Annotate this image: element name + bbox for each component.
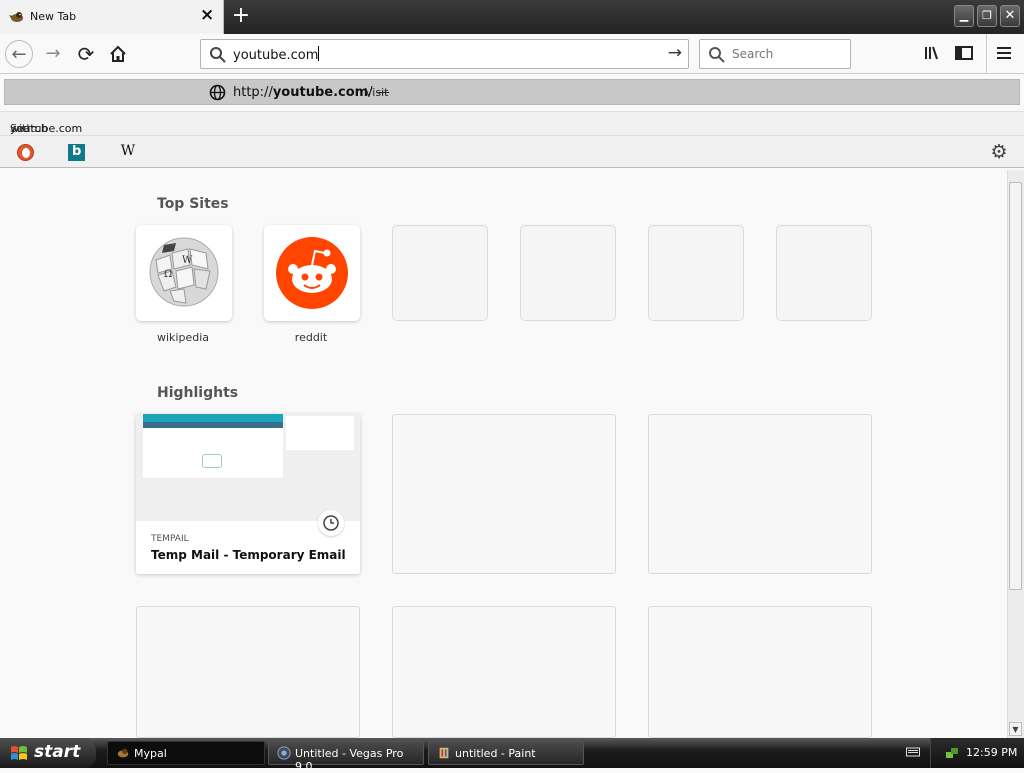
top-site-empty-slot (776, 225, 872, 321)
vegas-icon (277, 746, 291, 760)
close-tab-icon[interactable]: × (200, 7, 214, 24)
taskbar-item-label: Untitled - Vegas Pro 9.0 (295, 747, 404, 773)
taskbar-item-label: Mypal (134, 747, 167, 760)
keyboard-icon[interactable] (906, 746, 920, 758)
taskbar-item-vegas[interactable]: Untitled - Vegas Pro 9.0 (268, 741, 424, 773)
close-window-button[interactable]: ✕ (1000, 5, 1020, 27)
tab-new-tab[interactable]: New Tab × (0, 0, 224, 34)
wikipedia-globe-icon: W Ω (149, 237, 219, 307)
search-bar[interactable]: Search (699, 39, 851, 69)
top-site-label: reddit (294, 331, 328, 344)
highlight-empty-slot (392, 414, 616, 574)
highlights-title: Highlights (157, 385, 239, 401)
sidebar-icon (955, 46, 973, 60)
start-label: start (34, 742, 81, 762)
highlight-source: TEMPAIL (151, 534, 189, 544)
reload-button[interactable]: ⟳ (72, 40, 100, 68)
search-placeholder: Search (732, 47, 774, 61)
top-site-empty-slot (648, 225, 744, 321)
mypal-icon (9, 12, 23, 22)
url-bar[interactable]: youtube.com → (200, 39, 689, 69)
top-site-label: wikipedia (156, 331, 209, 344)
history-clock-icon (318, 510, 344, 536)
highlight-card-tempmail[interactable]: TEMPAIL Temp Mail - Temporary Email (136, 414, 360, 574)
top-site-tile-reddit[interactable] (264, 225, 360, 321)
search-icon (709, 47, 725, 63)
new-tab-button[interactable]: + (231, 5, 251, 27)
hamburger-icon (997, 47, 1011, 59)
taskbar-item-label: untitled - Paint (455, 747, 536, 760)
url-input[interactable]: youtube.com (233, 46, 319, 63)
library-button[interactable] (922, 43, 946, 65)
menu-button[interactable] (994, 43, 1018, 65)
start-button[interactable]: start (0, 738, 96, 768)
clock: 12:59 PM (966, 746, 1018, 759)
highlight-empty-slot (648, 414, 872, 574)
sidebar-button[interactable] (954, 43, 978, 65)
minimize-button[interactable]: ▁ (954, 5, 974, 27)
back-button[interactable]: ← (5, 40, 33, 68)
highlight-thumbnail (136, 414, 360, 521)
one-off-search-engines: b W ⚙ (0, 135, 1024, 168)
search-for-row: Search for youtube.com with: (0, 111, 1024, 148)
globe-icon (209, 84, 226, 101)
top-site-empty-slot (520, 225, 616, 321)
mypal-icon (117, 748, 129, 758)
toolbar-divider (986, 34, 987, 74)
restore-button[interactable]: ❐ (977, 5, 997, 27)
top-site-tile-wikipedia[interactable]: W Ω (136, 225, 232, 321)
suggestion-action: Visit (365, 86, 389, 99)
highlight-title: Temp Mail - Temporary Email (151, 548, 346, 562)
taskbar-item-mypal[interactable]: Mypal (107, 741, 265, 765)
taskbar-item-paint[interactable]: untitled - Paint (428, 741, 584, 765)
highlight-empty-slot (136, 606, 360, 738)
highlight-empty-slot (648, 606, 872, 738)
search-settings-gear-icon[interactable]: ⚙ (989, 142, 1009, 162)
library-icon (925, 46, 938, 60)
scroll-down-arrow-icon[interactable]: ▼ (1009, 722, 1022, 736)
top-sites-title: Top Sites (157, 196, 229, 212)
forward-button[interactable]: → (39, 40, 67, 68)
home-icon (110, 45, 126, 62)
highlight-empty-slot (392, 606, 616, 738)
paint-icon (439, 747, 449, 759)
scrollbar-thumb[interactable] (1009, 182, 1022, 590)
duckduckgo-icon[interactable] (17, 144, 34, 161)
top-site-empty-slot (392, 225, 488, 321)
reddit-icon (276, 237, 348, 309)
tab-title: New Tab (30, 10, 77, 23)
bing-icon[interactable]: b (68, 144, 85, 161)
home-button[interactable] (104, 40, 132, 68)
windows-logo-icon (11, 746, 27, 760)
search-icon (210, 47, 226, 63)
go-arrow-icon[interactable]: → (668, 43, 682, 63)
network-icon[interactable] (945, 746, 959, 760)
wikipedia-icon[interactable]: W (118, 143, 138, 161)
svg-text:Ω: Ω (164, 269, 172, 280)
svg-text:W: W (182, 255, 193, 266)
wikipedia-letter: W (120, 143, 136, 159)
url-suggestion-row[interactable]: http://youtube.com/ — Visit (4, 79, 1020, 105)
